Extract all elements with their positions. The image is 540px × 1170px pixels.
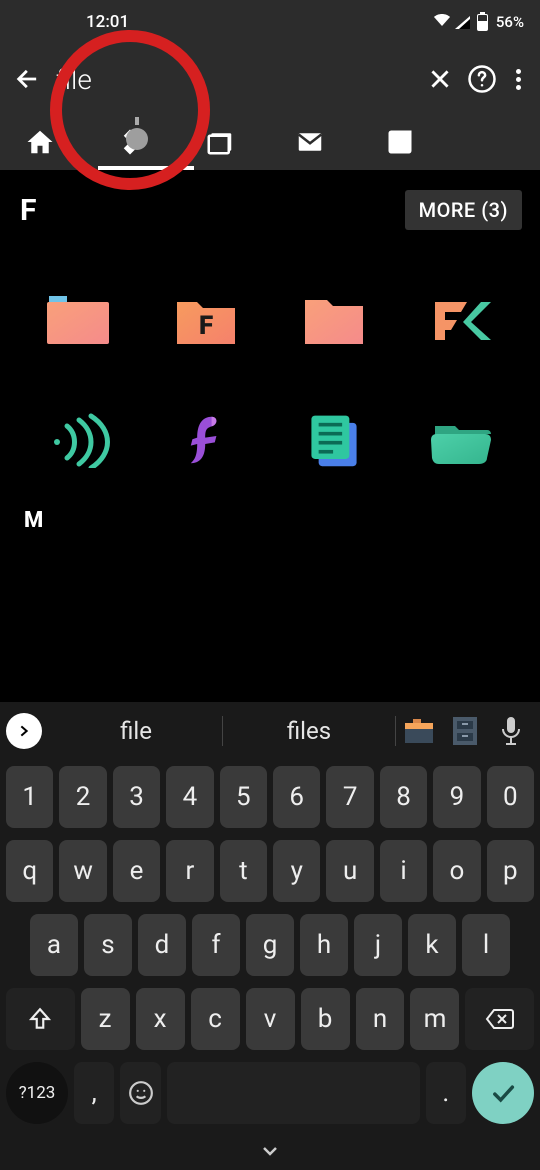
key-w[interactable]: w: [59, 840, 106, 902]
wifi-icon: [433, 13, 451, 31]
key-enter[interactable]: [472, 1062, 534, 1124]
status-icons: 56%: [433, 13, 524, 31]
key-a[interactable]: a: [30, 914, 78, 976]
key-c[interactable]: c: [191, 988, 240, 1050]
key-7[interactable]: 7: [326, 766, 373, 828]
section-header: F MORE (3): [0, 170, 540, 240]
key-h[interactable]: h: [300, 914, 348, 976]
key-8[interactable]: 8: [380, 766, 427, 828]
key-k[interactable]: k: [408, 914, 456, 976]
key-row-2: q w e r t y u i o p: [0, 834, 540, 908]
keyboard: file files 1 2 3 4 5 6 7 8 9 0 q w e r t…: [0, 702, 540, 1170]
key-i[interactable]: i: [380, 840, 427, 902]
clock: 12:01: [86, 12, 129, 32]
key-z[interactable]: z: [81, 988, 130, 1050]
app-grid: F: [0, 240, 540, 490]
app-icon-wifi[interactable]: [24, 400, 132, 480]
key-y[interactable]: y: [273, 840, 320, 902]
tab-open[interactable]: [380, 127, 420, 157]
section-letter: F: [20, 193, 36, 228]
app-icon-folder-open[interactable]: [408, 400, 516, 480]
key-u[interactable]: u: [326, 840, 373, 902]
key-g[interactable]: g: [246, 914, 294, 976]
category-tabs: [0, 114, 540, 170]
key-q[interactable]: q: [6, 840, 53, 902]
signal-icon: [455, 16, 470, 29]
key-x[interactable]: x: [136, 988, 185, 1050]
search-input[interactable]: [56, 63, 413, 96]
key-space[interactable]: [167, 1062, 420, 1124]
key-v[interactable]: v: [246, 988, 295, 1050]
expand-suggestions[interactable]: [6, 713, 42, 749]
svg-text:F: F: [199, 311, 213, 341]
key-6[interactable]: 6: [273, 766, 320, 828]
tab-home[interactable]: [20, 127, 60, 157]
clear-button[interactable]: [427, 59, 453, 99]
key-m[interactable]: m: [410, 988, 459, 1050]
key-l[interactable]: l: [462, 914, 510, 976]
key-row-3: a s d f g h j k l: [0, 908, 540, 982]
tab-apps[interactable]: [110, 127, 150, 157]
section-letter-next: M: [0, 490, 540, 533]
app-icon-document[interactable]: [280, 400, 388, 480]
status-bar: 12:01 56%: [0, 0, 540, 44]
suggestion-files-icon[interactable]: [396, 719, 442, 743]
key-b[interactable]: b: [301, 988, 350, 1050]
key-emoji[interactable]: [120, 1062, 160, 1124]
overflow-menu[interactable]: [511, 59, 526, 99]
app-icon-folder2[interactable]: [280, 280, 388, 360]
suggestion-1[interactable]: file: [50, 717, 222, 745]
suggestion-cabinet-icon[interactable]: [442, 717, 488, 745]
key-f[interactable]: f: [192, 914, 240, 976]
back-button[interactable]: [14, 59, 42, 99]
key-symbols[interactable]: ?123: [6, 1062, 68, 1124]
suggestion-2[interactable]: files: [223, 717, 395, 745]
voice-input[interactable]: [488, 717, 534, 745]
key-p[interactable]: p: [487, 840, 534, 902]
key-j[interactable]: j: [354, 914, 402, 976]
key-s[interactable]: s: [84, 914, 132, 976]
key-comma[interactable]: ,: [74, 1062, 114, 1124]
tab-mail[interactable]: [290, 127, 330, 157]
key-row-5: ?123 , .: [0, 1056, 540, 1130]
key-r[interactable]: r: [166, 840, 213, 902]
key-3[interactable]: 3: [113, 766, 160, 828]
tab-images[interactable]: [200, 127, 240, 157]
help-button[interactable]: [467, 59, 497, 99]
search-bar: [0, 44, 540, 114]
key-4[interactable]: 4: [166, 766, 213, 828]
app-icon-folder1[interactable]: [24, 280, 132, 360]
key-shift[interactable]: [6, 988, 75, 1050]
suggestion-bar: file files: [0, 702, 540, 760]
key-9[interactable]: 9: [433, 766, 480, 828]
key-e[interactable]: e: [113, 840, 160, 902]
battery-icon: [477, 14, 488, 31]
app-icon-f-cursive[interactable]: [152, 400, 260, 480]
key-backspace[interactable]: [465, 988, 534, 1050]
key-d[interactable]: d: [138, 914, 186, 976]
key-row-4: z x c v b n m: [0, 982, 540, 1056]
key-o[interactable]: o: [433, 840, 480, 902]
tab-indicator: [98, 166, 194, 170]
battery-pct: 56%: [496, 13, 524, 31]
key-5[interactable]: 5: [220, 766, 267, 828]
nav-bar[interactable]: [0, 1130, 540, 1170]
key-period[interactable]: .: [426, 1062, 466, 1124]
key-1[interactable]: 1: [6, 766, 53, 828]
key-t[interactable]: t: [220, 840, 267, 902]
more-button[interactable]: MORE (3): [405, 190, 522, 230]
key-2[interactable]: 2: [59, 766, 106, 828]
key-n[interactable]: n: [356, 988, 405, 1050]
key-0[interactable]: 0: [487, 766, 534, 828]
app-icon-folder-f[interactable]: F: [152, 280, 260, 360]
key-row-1: 1 2 3 4 5 6 7 8 9 0: [0, 760, 540, 834]
app-icon-fk[interactable]: [408, 280, 516, 360]
